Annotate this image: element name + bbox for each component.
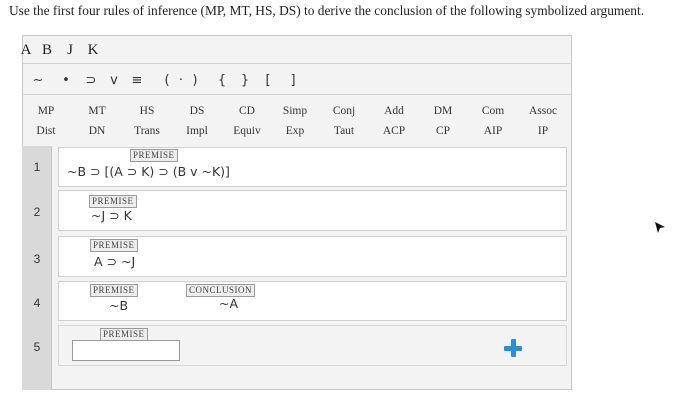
rule-equiv-button[interactable]: Equiv [220, 125, 274, 137]
mouse-cursor-icon [655, 222, 665, 233]
line-number: 1 [33, 160, 41, 174]
conclusion-formula: ~A [219, 296, 239, 311]
proof-line[interactable]: PREMISE ~B ⊃ [(A ⊃ K) ⊃ (B v ~K)] [58, 147, 567, 187]
proof-line[interactable]: PREMISE A ⊃ ~J [58, 236, 567, 277]
rule-ds-button[interactable]: DS [170, 105, 224, 117]
variable-j-button[interactable]: J [60, 42, 80, 59]
rule-trans-button[interactable]: Trans [120, 125, 174, 137]
rule-cp-button[interactable]: CP [416, 125, 470, 137]
premise-formula: A ⊃ ~J [94, 254, 136, 269]
open-bracket-button[interactable]: [ [257, 73, 279, 88]
premise-formula: ~J ⊃ K [91, 208, 132, 223]
variable-b-button[interactable]: B [37, 42, 57, 59]
proof-line: PREMISE [58, 325, 567, 366]
close-bracket-button[interactable]: ] [282, 73, 304, 88]
premise-tag: PREMISE [89, 195, 137, 208]
tilde-button[interactable]: ~ [27, 73, 49, 88]
horseshoe-button[interactable]: ⊃ [80, 73, 102, 88]
proof-line[interactable]: PREMISE ~B CONCLUSION ~A [58, 281, 567, 321]
premise-tag: PREMISE [90, 284, 138, 297]
rule-dist-button[interactable]: Dist [19, 125, 73, 137]
dot-button[interactable]: • [55, 73, 77, 88]
wedge-button[interactable]: v [103, 73, 125, 88]
line-number: 3 [33, 252, 41, 266]
rule-dm-button[interactable]: DM [416, 105, 470, 117]
rule-mp-button[interactable]: MP [19, 105, 73, 117]
open-brace-button[interactable]: { [211, 73, 233, 88]
close-brace-button[interactable]: } [234, 73, 256, 88]
rule-exp-button[interactable]: Exp [268, 125, 322, 137]
proof-line[interactable]: PREMISE ~J ⊃ K [58, 190, 567, 231]
premise-formula: ~B [109, 298, 129, 313]
variable-a-button[interactable]: A [16, 42, 36, 59]
premise-tag: PREMISE [90, 239, 138, 252]
rule-ip-button[interactable]: IP [516, 125, 570, 137]
rule-hs-button[interactable]: HS [120, 105, 174, 117]
rule-dn-button[interactable]: DN [70, 125, 124, 137]
rule-cd-button[interactable]: CD [220, 105, 274, 117]
rule-taut-button[interactable]: Taut [317, 125, 371, 137]
instruction-text: Use the first four rules of inference (M… [9, 3, 645, 18]
variable-k-button[interactable]: K [83, 42, 103, 59]
rule-conj-button[interactable]: Conj [317, 105, 371, 117]
close-paren-button[interactable]: ) [184, 73, 206, 88]
toolbar-divider [22, 94, 572, 95]
rule-add-button[interactable]: Add [367, 105, 421, 117]
line-number: 4 [33, 296, 41, 310]
formula-input[interactable] [72, 340, 180, 361]
rule-impl-button[interactable]: Impl [170, 125, 224, 137]
rule-aip-button[interactable]: AIP [466, 125, 520, 137]
premise-tag: PREMISE [130, 149, 178, 162]
rule-acp-button[interactable]: ACP [367, 125, 421, 137]
rule-simp-button[interactable]: Simp [268, 105, 322, 117]
line-number: 2 [33, 205, 41, 219]
line-number: 5 [33, 340, 41, 354]
premise-formula: ~B ⊃ [(A ⊃ K) ⊃ (B v ~K)] [67, 164, 230, 179]
rule-assoc-button[interactable]: Assoc [516, 105, 570, 117]
toolbar-divider [22, 63, 572, 64]
triple-bar-button[interactable]: ≡ [126, 73, 148, 88]
rule-com-button[interactable]: Com [466, 105, 520, 117]
plus-icon[interactable] [502, 337, 524, 359]
rule-mt-button[interactable]: MT [70, 105, 124, 117]
